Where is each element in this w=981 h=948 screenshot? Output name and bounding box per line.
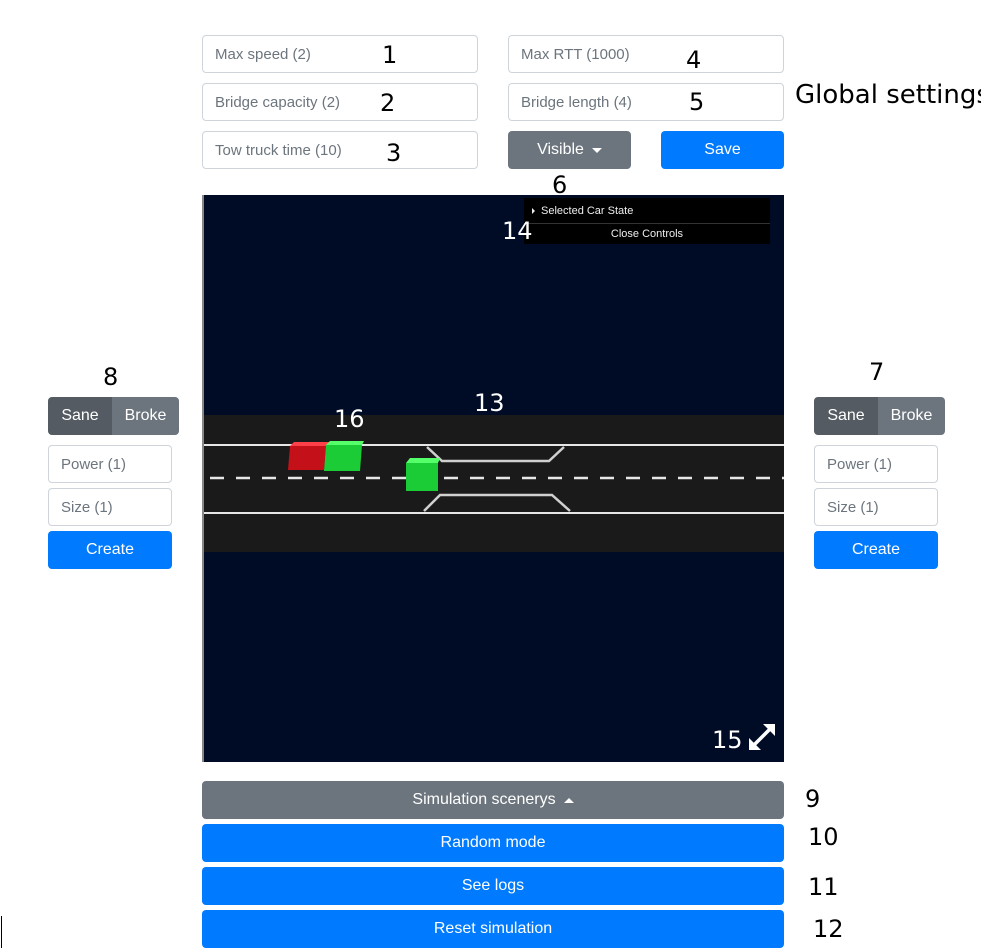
left-state-toggle: Sane Broke xyxy=(48,397,179,435)
max-rtt-placeholder: Max RTT (1000) xyxy=(521,45,630,63)
triangle-right-icon xyxy=(532,207,535,214)
scenarios-label: Simulation scenerys xyxy=(412,791,556,808)
annotation-16: 16 xyxy=(334,405,365,433)
save-label: Save xyxy=(704,141,741,158)
annotation-6: 6 xyxy=(552,171,568,199)
simulation-scenarios-dropdown[interactable]: Simulation scenerys xyxy=(202,781,784,819)
simulation-canvas[interactable]: Selected Car State Close Controls 14 13 … xyxy=(202,195,784,762)
save-button[interactable]: Save xyxy=(661,131,784,169)
car-green[interactable] xyxy=(324,441,364,471)
right-sane-label: Sane xyxy=(827,407,865,424)
global-settings-title: Global settings xyxy=(795,80,981,110)
reset-label: Reset simulation xyxy=(433,920,553,937)
left-size-input[interactable]: Size (1) xyxy=(48,488,172,526)
see-logs-button[interactable]: See logs xyxy=(202,867,784,905)
bridge-capacity-placeholder: Bridge capacity (2) xyxy=(215,93,341,111)
car-red[interactable] xyxy=(288,442,330,470)
annotation-9: 9 xyxy=(805,785,821,813)
left-power-placeholder: Power (1) xyxy=(61,455,127,473)
right-create-label: Create xyxy=(851,541,901,558)
tow-truck-time-input[interactable]: Tow truck time (10) xyxy=(202,131,478,169)
bridge-length-input[interactable]: Bridge length (4) xyxy=(508,83,784,121)
right-sane-button[interactable]: Sane xyxy=(814,397,878,435)
text-cursor xyxy=(1,916,2,948)
annotation-14: 14 xyxy=(502,217,533,245)
bridge-capacity-input[interactable]: Bridge capacity (2) xyxy=(202,83,478,121)
right-broke-button[interactable]: Broke xyxy=(878,397,945,435)
visibility-label: Visible xyxy=(537,141,584,158)
max-speed-input[interactable]: Max speed (2) xyxy=(202,35,478,73)
left-size-placeholder: Size (1) xyxy=(61,498,113,516)
close-controls-label: Close Controls xyxy=(610,228,684,240)
tow-truck-time-placeholder: Tow truck time (10) xyxy=(215,141,342,159)
left-create-label: Create xyxy=(85,541,135,558)
annotation-5: 5 xyxy=(689,88,705,116)
annotation-4: 4 xyxy=(686,46,702,74)
left-broke-button[interactable]: Broke xyxy=(112,397,179,435)
max-speed-placeholder: Max speed (2) xyxy=(215,45,311,63)
left-sane-label: Sane xyxy=(61,407,99,424)
bridge-length-placeholder: Bridge length (4) xyxy=(521,93,632,111)
right-size-input[interactable]: Size (1) xyxy=(814,488,938,526)
road xyxy=(204,415,784,552)
right-power-input[interactable]: Power (1) xyxy=(814,445,938,483)
right-size-placeholder: Size (1) xyxy=(827,498,879,516)
max-rtt-input[interactable]: Max RTT (1000) xyxy=(508,35,784,73)
annotation-2: 2 xyxy=(380,89,396,117)
annotation-7: 7 xyxy=(869,358,885,386)
left-broke-label: Broke xyxy=(124,407,167,424)
right-power-placeholder: Power (1) xyxy=(827,455,893,473)
reset-simulation-button[interactable]: Reset simulation xyxy=(202,910,784,948)
annotation-1: 1 xyxy=(382,41,398,69)
see-logs-label: See logs xyxy=(461,877,525,894)
annotation-15: 15 xyxy=(712,726,743,754)
annotation-12: 12 xyxy=(813,915,844,943)
right-broke-label: Broke xyxy=(890,407,933,424)
selected-car-state-folder[interactable]: Selected Car State xyxy=(524,198,770,224)
annotation-13: 13 xyxy=(474,389,505,417)
selected-car-state-label: Selected Car State xyxy=(541,204,634,217)
random-mode-button[interactable]: Random mode xyxy=(202,824,784,862)
left-sane-button[interactable]: Sane xyxy=(48,397,112,435)
annotation-10: 10 xyxy=(808,823,839,851)
simulation-scene xyxy=(204,415,784,552)
fullscreen-icon[interactable] xyxy=(747,722,777,752)
car-green[interactable] xyxy=(406,458,440,491)
caret-down-icon xyxy=(591,147,602,153)
close-controls-button[interactable]: Close Controls xyxy=(524,224,770,244)
controls-panel: Selected Car State Close Controls xyxy=(524,198,770,244)
caret-up-icon xyxy=(563,797,574,803)
right-create-button[interactable]: Create xyxy=(814,531,938,569)
annotation-11: 11 xyxy=(808,873,839,901)
random-mode-label: Random mode xyxy=(440,834,546,851)
right-state-toggle: Sane Broke xyxy=(814,397,945,435)
annotation-8: 8 xyxy=(103,363,119,391)
left-create-button[interactable]: Create xyxy=(48,531,172,569)
visibility-dropdown-button[interactable]: Visible xyxy=(508,131,631,169)
annotation-3: 3 xyxy=(386,139,402,167)
left-power-input[interactable]: Power (1) xyxy=(48,445,172,483)
